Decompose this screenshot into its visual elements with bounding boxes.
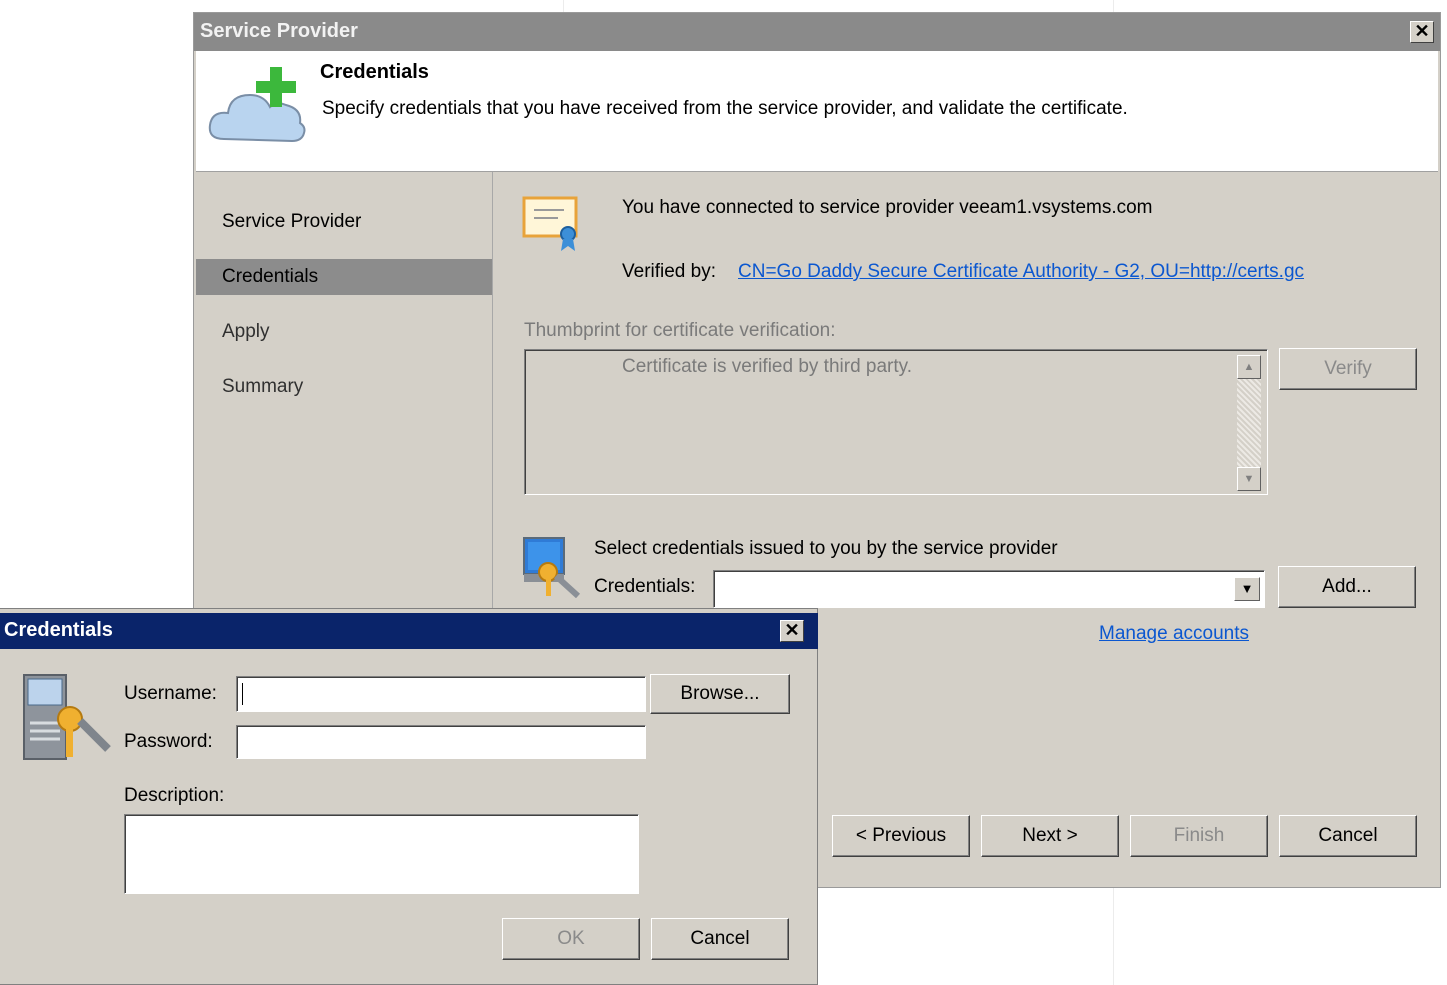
thumbprint-value: Certificate is verified by third party. (622, 356, 913, 377)
computer-key-icon (523, 537, 581, 598)
ok-button[interactable]: OK (502, 918, 640, 960)
wizard-header: Credentials Specify credentials that you… (196, 51, 1438, 172)
credentials-dialog: Credentials ✕ Username: Browse... Passwo… (0, 608, 818, 985)
nav-item-service-provider[interactable]: Service Provider (196, 204, 492, 240)
certificate-authority-link[interactable]: CN=Go Daddy Secure Certificate Authority… (738, 261, 1304, 283)
finish-button[interactable]: Finish (1130, 815, 1268, 857)
connection-message: You have connected to service provider v… (622, 197, 1153, 218)
dialog-close-button[interactable]: ✕ (780, 620, 804, 642)
dropdown-arrow-icon[interactable]: ▼ (1234, 577, 1260, 601)
nav-item-credentials[interactable]: Credentials (196, 259, 492, 295)
manage-accounts-link[interactable]: Manage accounts (1099, 623, 1249, 645)
description-label: Description: (124, 785, 225, 806)
page-title: Credentials (320, 61, 429, 83)
close-button[interactable]: ✕ (1410, 21, 1434, 43)
scroll-up-button[interactable]: ▲ (1237, 355, 1261, 379)
nav-item-apply[interactable]: Apply (196, 314, 492, 350)
verified-by-label: Verified by: (622, 261, 716, 282)
dialog-title-bar: Credentials ✕ (0, 613, 818, 649)
dialog-title: Credentials (4, 619, 113, 641)
password-input[interactable] (236, 725, 646, 759)
cancel-button[interactable]: Cancel (1279, 815, 1417, 857)
password-label: Password: (124, 731, 213, 752)
thumbprint-label: Thumbprint for certificate verification: (524, 320, 836, 341)
username-label: Username: (124, 683, 217, 704)
credentials-label: Credentials: (594, 576, 696, 597)
verify-button[interactable]: Verify (1279, 348, 1417, 390)
dialog-cancel-button[interactable]: Cancel (651, 918, 789, 960)
username-input[interactable] (236, 676, 646, 712)
page-description: Specify credentials that you have receiv… (322, 98, 1128, 119)
title-bar: Service Provider ✕ (194, 13, 1440, 51)
previous-button[interactable]: < Previous (832, 815, 970, 857)
text-cursor (242, 683, 243, 705)
thumbprint-textarea[interactable]: Certificate is verified by third party. … (524, 349, 1268, 495)
scrollbar-track[interactable] (1237, 379, 1261, 467)
add-credentials-button[interactable]: Add... (1278, 566, 1416, 608)
credentials-dropdown[interactable]: ▼ (713, 570, 1265, 608)
scroll-down-button[interactable]: ▼ (1237, 467, 1261, 491)
cloud-plus-icon (208, 67, 306, 143)
select-credentials-prompt: Select credentials issued to you by the … (594, 538, 1058, 559)
computer-key-icon (23, 674, 111, 760)
description-textarea[interactable] (124, 814, 639, 894)
next-button[interactable]: Next > (981, 815, 1119, 857)
nav-item-summary[interactable]: Summary (196, 369, 492, 405)
window-title: Service Provider (200, 20, 358, 42)
browse-button[interactable]: Browse... (650, 674, 790, 714)
certificate-icon (522, 196, 578, 251)
